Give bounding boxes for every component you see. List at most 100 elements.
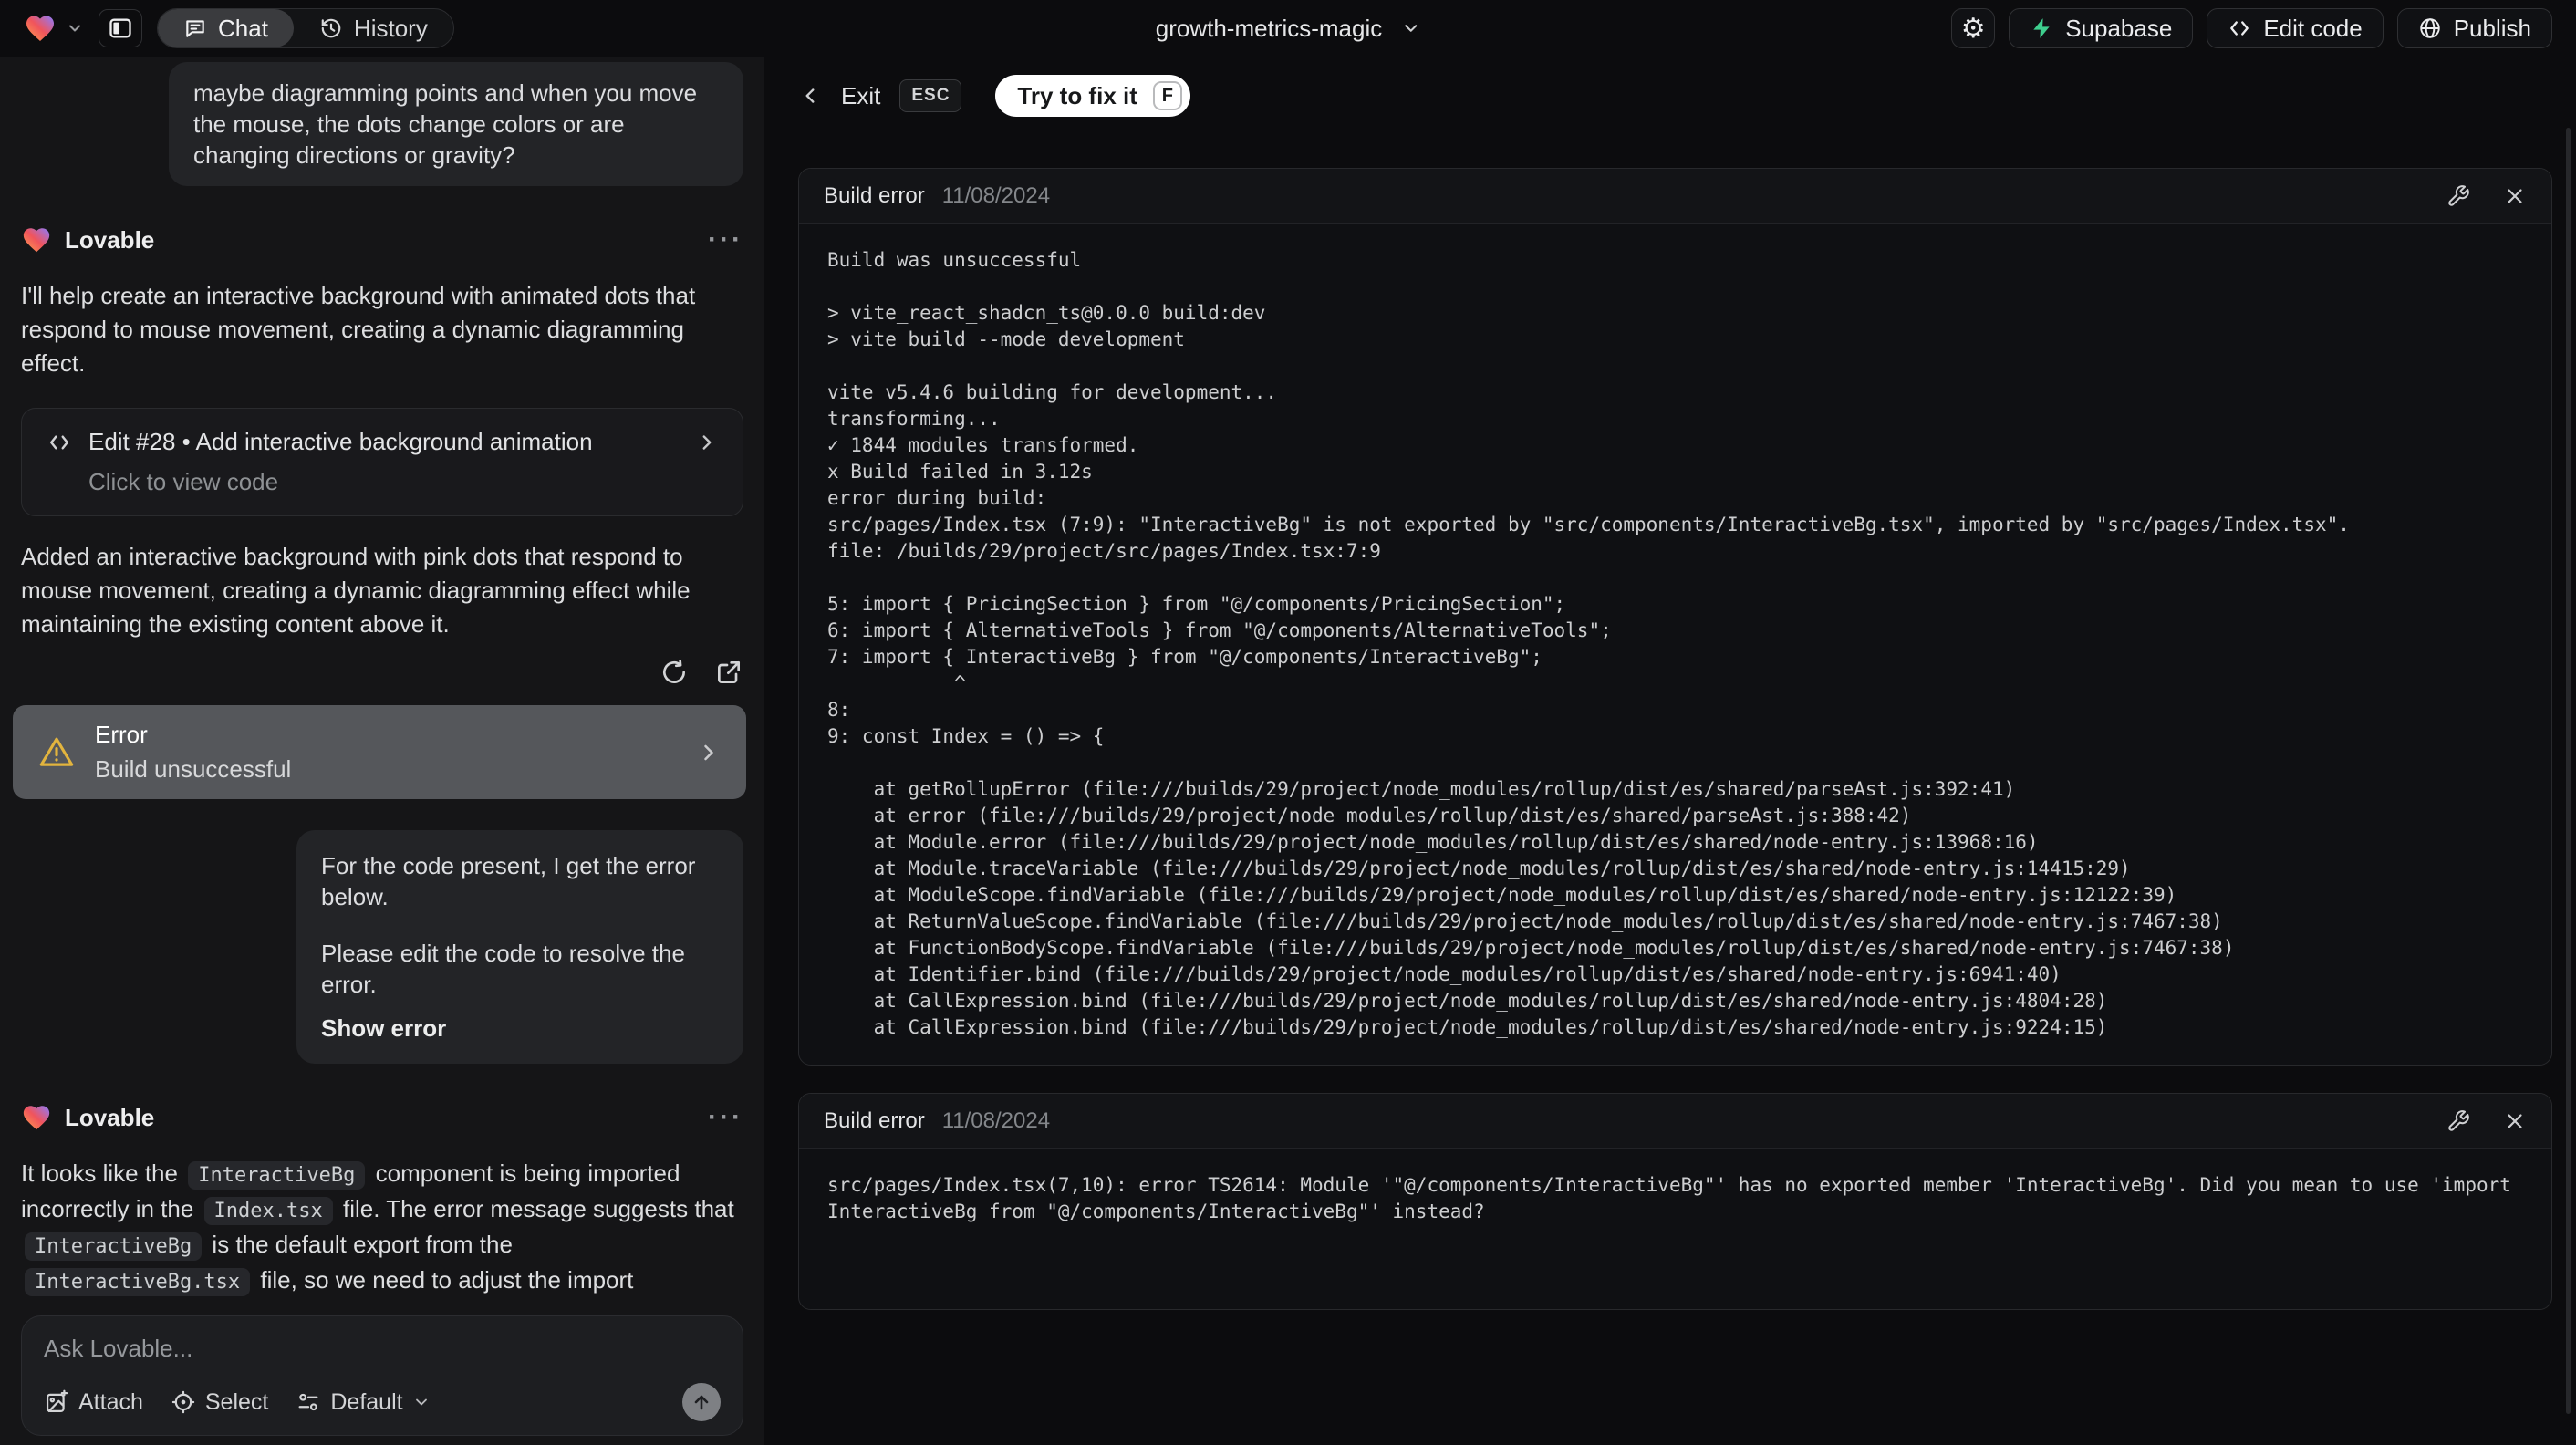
settings-button[interactable]: ⚙ — [1951, 8, 1996, 48]
topbar: Chat History growth-metrics-magic ⚙ Supa… — [0, 0, 2576, 57]
select-button[interactable]: Select — [171, 1389, 268, 1416]
chat-panel: maybe diagramming points and when you mo… — [0, 57, 764, 1445]
edit-code-button[interactable]: Edit code — [2207, 8, 2384, 48]
tab-chat[interactable]: Chat — [158, 9, 294, 47]
attach-label: Attach — [78, 1388, 143, 1415]
chevron-left-icon[interactable] — [798, 84, 822, 108]
code-brackets-icon — [46, 429, 73, 456]
assistant-header: Lovable ··· — [21, 224, 743, 255]
select-label: Select — [204, 1388, 269, 1415]
chat-history-switch: Chat History — [157, 8, 454, 48]
error-card-subtitle: Build unsuccessful — [95, 755, 292, 783]
edit-card-28-title: Edit #28 • Add interactive background an… — [88, 428, 593, 455]
arrow-up-icon — [691, 1391, 712, 1413]
show-error-link[interactable]: Show error — [321, 1013, 719, 1044]
attach-button[interactable]: Attach — [44, 1389, 143, 1416]
panel-actions — [2446, 184, 2527, 208]
composer-toolbar: Attach Select Default — [44, 1383, 721, 1421]
panel-title: Build error — [824, 1107, 925, 1133]
f-key-badge: F — [1152, 81, 1182, 110]
tab-history-label: History — [353, 14, 428, 42]
mode-label: Default — [330, 1388, 403, 1415]
chevron-right-icon — [695, 431, 719, 454]
build-log: Build was unsuccessful > vite_react_shad… — [827, 249, 2350, 1038]
chevron-right-icon — [696, 740, 722, 765]
close-icon[interactable] — [2503, 1109, 2527, 1133]
try-to-fix-label: Try to fix it — [1017, 81, 1137, 109]
project-name: growth-metrics-magic — [1155, 14, 1383, 42]
chat-bubble-icon — [183, 16, 207, 40]
toggle-sidebar-button[interactable] — [99, 9, 142, 47]
panel-date: 11/08/2024 — [941, 1107, 1051, 1133]
panel-date: 11/08/2024 — [941, 182, 1051, 208]
tab-history[interactable]: History — [294, 9, 453, 47]
user-message-line: Please edit the code to resolve the erro… — [321, 940, 685, 998]
build-error-panel-1: Build error 11/08/2024 Build was unsucce… — [798, 168, 2552, 1066]
user-message: For the code present, I get the error be… — [296, 830, 743, 1064]
project-switcher[interactable]: growth-metrics-magic — [1156, 15, 1421, 43]
lovable-heart-icon — [21, 224, 52, 255]
user-message: maybe diagramming points and when you mo… — [169, 62, 743, 186]
edit-code-label: Edit code — [2263, 14, 2363, 42]
page-scrollbar[interactable] — [2566, 128, 2571, 1414]
exit-button[interactable]: Exit — [841, 82, 880, 110]
publish-label: Publish — [2453, 14, 2531, 42]
user-message-text: maybe diagramming points and when you mo… — [193, 79, 698, 169]
gear-icon: ⚙ — [1960, 13, 1986, 44]
supabase-label: Supabase — [2065, 14, 2173, 42]
retry-icon[interactable] — [660, 658, 689, 687]
main-area: maybe diagramming points and when you mo… — [0, 57, 2576, 1445]
panel-body[interactable]: src/pages/Index.tsx(7,10): error TS2614:… — [799, 1149, 2551, 1249]
build-error-panel-2: Build error 11/08/2024 src/pages/Index.t… — [798, 1093, 2552, 1310]
chevron-down-icon — [412, 1393, 431, 1411]
image-attach-icon — [44, 1389, 69, 1415]
composer[interactable]: Ask Lovable... Attach Select Default — [21, 1315, 743, 1436]
publish-button[interactable]: Publish — [2396, 8, 2552, 48]
chevron-down-icon — [1400, 18, 1420, 38]
message-more-button[interactable]: ··· — [708, 1104, 743, 1131]
warning-triangle-icon — [37, 733, 76, 772]
panel-left-icon — [108, 16, 133, 41]
assistant-message: Added an interactive background with pin… — [21, 543, 691, 638]
inline-code: InteractiveBg — [25, 1232, 203, 1261]
error-card-title: Error — [95, 721, 148, 748]
tab-chat-label: Chat — [218, 14, 268, 42]
edit-card-28-subtitle: Click to view code — [88, 468, 279, 495]
edit-card-28-row: Edit #28 • Add interactive background an… — [46, 428, 719, 456]
build-error-card[interactable]: Error Build unsuccessful — [13, 705, 746, 799]
panel-actions — [2446, 1109, 2527, 1133]
select-target-icon — [171, 1389, 196, 1415]
chat-input[interactable]: Ask Lovable... — [44, 1334, 721, 1363]
message-actions — [21, 658, 743, 687]
user-message-line: For the code present, I get the error be… — [321, 852, 696, 910]
close-icon[interactable] — [2503, 184, 2527, 208]
message-more-button[interactable]: ··· — [708, 226, 743, 254]
history-clock-icon — [319, 16, 343, 40]
assistant-message: It looks like the InteractiveBg componen… — [21, 1157, 743, 1305]
esc-key-badge: ESC — [899, 79, 962, 112]
topbar-left: Chat History — [24, 8, 454, 48]
build-log: src/pages/Index.tsx(7,10): error TS2614:… — [827, 1174, 2523, 1222]
send-button[interactable] — [682, 1383, 721, 1421]
fix-wrench-icon[interactable] — [2446, 184, 2470, 208]
panel-body[interactable]: Build was unsuccessful > vite_react_shad… — [799, 224, 2551, 1065]
assistant-message: I'll help create an interactive backgrou… — [21, 282, 696, 377]
code-brackets-icon — [2228, 16, 2251, 40]
error-card-texts: Error Build unsuccessful — [95, 721, 291, 784]
fix-wrench-icon[interactable] — [2446, 1109, 2470, 1133]
lovable-logo-menu[interactable] — [24, 12, 84, 45]
sliders-icon — [296, 1389, 321, 1415]
inline-code: Index.tsx — [203, 1197, 333, 1225]
edit-card-28[interactable]: Edit #28 • Add interactive background an… — [21, 408, 743, 516]
supabase-button[interactable]: Supabase — [2009, 8, 2194, 48]
lovable-heart-icon — [24, 12, 57, 45]
try-to-fix-button[interactable]: Try to fix it F — [995, 75, 1190, 117]
mode-dropdown[interactable]: Default — [296, 1389, 430, 1416]
inline-code: InteractiveBg.tsx — [25, 1268, 251, 1296]
assistant-header: Lovable ··· — [21, 1102, 743, 1133]
inline-code: InteractiveBg — [188, 1161, 366, 1190]
panel-header: Build error 11/08/2024 — [799, 1094, 2551, 1149]
open-external-icon[interactable] — [714, 658, 743, 687]
chevron-down-icon — [66, 19, 84, 37]
panel-title: Build error — [824, 182, 925, 208]
